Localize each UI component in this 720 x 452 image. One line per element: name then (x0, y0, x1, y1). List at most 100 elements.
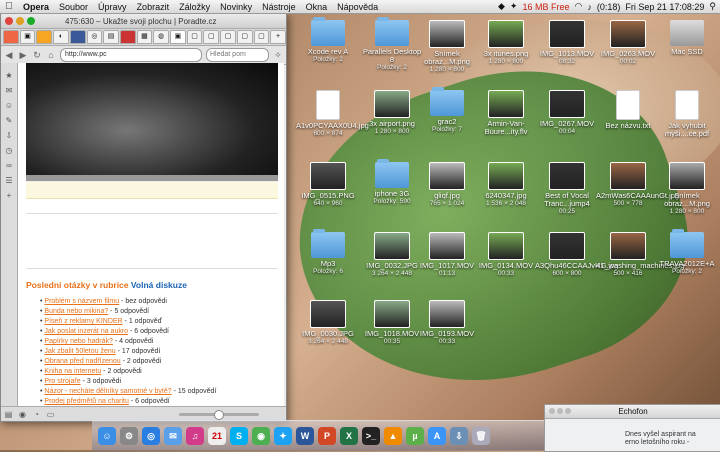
desktop-icon-image[interactable]: IMG_0267.MOV 00:04 (535, 90, 599, 136)
question-link[interactable]: Kniha na internetu (44, 368, 101, 375)
menu-napoveda[interactable]: Nápověda (332, 2, 383, 12)
minimize-window-button[interactable] (16, 17, 24, 25)
desktop-icon-folder[interactable]: Mp3 Položky: 6 (296, 229, 360, 276)
desktop-icon-image[interactable]: A3Qhu46CCAAJvHG.jpg 600 × 800 (535, 232, 618, 278)
tab[interactable] (119, 30, 136, 44)
question-link[interactable]: Prodej předmětů na charitu (44, 398, 128, 405)
menu-app-opera[interactable]: Opera (18, 2, 54, 12)
desktop-icon-folder[interactable]: grac2 Položky: 7 (415, 87, 479, 134)
dock-system-preferences-icon[interactable]: ⚙ (120, 427, 138, 445)
desktop-icon-image[interactable]: Best of Vocal Tranc...jump4 00:25 (535, 162, 599, 216)
dock-mail-icon[interactable]: ✉ (164, 427, 182, 445)
dock-downloads-icon[interactable]: ⇩ (450, 427, 468, 445)
contacts-icon[interactable]: ☺ (5, 101, 14, 110)
battery-status[interactable]: (0:18) (597, 2, 621, 12)
tab-speed-dial[interactable] (3, 30, 19, 44)
bookmarks-icon[interactable]: ★ (5, 71, 14, 80)
echofon-zoom-button[interactable] (565, 408, 571, 414)
zoom-slider-knob[interactable] (214, 409, 224, 420)
add-panel-icon[interactable]: + (5, 191, 14, 200)
tab[interactable] (36, 30, 53, 44)
wifi-icon[interactable]: ◠ (574, 1, 582, 12)
transfers-icon[interactable]: ⇩ (5, 131, 14, 140)
links-icon[interactable]: ∞ (5, 161, 14, 170)
mail-icon[interactable]: ✉ (5, 86, 14, 95)
desktop-icon-folder[interactable]: TRAVA2012E+A Položky: 2 (655, 229, 719, 276)
question-link[interactable]: Jak poslat inzerát na aukro (44, 328, 128, 335)
question-link[interactable]: Bunda nebo mikina? (44, 308, 108, 315)
address-field[interactable]: http://www.pc (60, 48, 202, 62)
tab[interactable]: ▣ (19, 30, 36, 44)
panels-icon[interactable]: ☰ (5, 176, 14, 185)
desktop-icon-image[interactable]: IMG_1017.MOV 01:13 (415, 232, 479, 278)
desktop-icon-image[interactable]: Snímek obraz...M.png 1 280 × 800 (415, 20, 479, 74)
tab[interactable]: ▦ (136, 30, 153, 44)
desktop-icon-image[interactable]: IMG_0263.MOV 00:02 (596, 20, 660, 66)
zoom-slider[interactable] (179, 409, 259, 420)
menu-novinky[interactable]: Novinky (215, 2, 257, 12)
desktop-icon-image[interactable]: IMG_0030.JPG 3 264 × 2 448 (296, 300, 360, 346)
tab[interactable]: ▢ (220, 30, 236, 44)
desktop-icon-image[interactable]: IMG_0134.MOV 00:33 (474, 232, 538, 278)
tab[interactable]: ▢ (236, 30, 253, 44)
tab[interactable]: ▢ (186, 30, 203, 44)
dropbox-icon[interactable]: ◆ (498, 1, 505, 12)
memory-status[interactable]: 16 MB Free (522, 2, 569, 12)
volume-icon[interactable]: ♪ (587, 2, 592, 12)
dock-twitter-icon[interactable]: ✦ (274, 427, 292, 445)
menu-soubor[interactable]: Soubor (54, 2, 93, 12)
question-link[interactable]: Problém s názvem filmu (44, 298, 119, 305)
tab[interactable]: ▤ (103, 30, 119, 44)
dock-calendar-icon[interactable]: 21 (208, 427, 226, 445)
desktop-icon-folder[interactable]: Xcode rev A Položky: 2 (296, 17, 360, 64)
menubar-clock[interactable]: Fri Sep 21 17:08:29 (625, 2, 704, 12)
menu-upravy[interactable]: Úpravy (93, 2, 132, 12)
tab[interactable]: ◐ (53, 30, 69, 44)
desktop-icon-image[interactable]: Armin-Van-Buure...ity.flv (474, 90, 538, 136)
question-link[interactable]: Píseň z reklamy KINDER (44, 318, 122, 325)
search-field[interactable]: Hledat pom (206, 48, 269, 62)
desktop-icon-image[interactable]: 6240347.jpg 1 536 × 2 048 (474, 162, 538, 208)
desktop-icon-image[interactable]: 3x itunes.png 1 280 × 800 (474, 20, 538, 66)
menu-zalozky[interactable]: Záložky (174, 2, 215, 12)
tab[interactable]: ▢ (203, 30, 220, 44)
tab[interactable]: ◎ (86, 30, 103, 44)
history-icon[interactable]: ◷ (5, 146, 14, 155)
desktop-icon-document[interactable]: Bez názvu.txt (596, 90, 660, 130)
echofon-close-button[interactable] (549, 408, 555, 414)
desktop-icon-image[interactable]: Snímek obraz...M.png 1 280 × 800 (655, 162, 719, 216)
question-link[interactable]: Jak zbalit 50letou ženu (44, 348, 115, 355)
window-titlebar[interactable]: 475:630 – Ukažte svoji plochu | Poradte.… (1, 14, 286, 29)
zoom-window-button[interactable] (27, 17, 35, 25)
question-link[interactable]: Obrana před nadřízenou (44, 358, 120, 365)
back-arrow-icon[interactable]: ◀ (4, 50, 14, 61)
desktop-icon-image[interactable]: 41_washing_machines.jpg 500 × 416 (596, 232, 684, 278)
turbo-icon[interactable]: ◔ (32, 410, 41, 419)
apple-menu-icon[interactable]:  (0, 1, 18, 12)
dock-skype-icon[interactable]: S (230, 427, 248, 445)
dock-utorrent-icon[interactable]: µ (406, 427, 424, 445)
notes-icon[interactable]: ✎ (5, 116, 14, 125)
new-tab-button[interactable]: + (270, 30, 286, 44)
menu-nastroje[interactable]: Nástroje (257, 2, 301, 12)
dock-itunes-icon[interactable]: ♫ (186, 427, 204, 445)
reload-icon[interactable]: ↻ (32, 50, 42, 61)
dock-trash-icon[interactable]: 🗑 (472, 427, 490, 445)
panel-toggle-icon[interactable]: ▤ (4, 410, 13, 419)
desktop-icon-image[interactable]: IMG_1013.MOV 08:32 (535, 20, 599, 66)
tab[interactable]: ◍ (153, 30, 170, 44)
desktop-icon-image[interactable]: gliqf.jpg 765 × 1 024 (415, 162, 479, 208)
view-icon[interactable]: ▭ (46, 410, 55, 419)
dock-chrome-icon[interactable]: ◉ (252, 427, 270, 445)
dock-vlc-icon[interactable]: ▲ (384, 427, 402, 445)
spotlight-search-icon[interactable]: ⚲ (709, 1, 716, 12)
tab[interactable] (69, 30, 86, 44)
tab[interactable]: ▢ (253, 30, 270, 44)
echofon-minimize-button[interactable] (557, 408, 563, 414)
desktop-icon-image[interactable]: A2mWas6CAAAunGt.jpg 500 × 778 (596, 162, 679, 208)
desktop-icon-document[interactable]: Jak vyhubit myši....ce.pdf (655, 90, 719, 138)
dock-excel-icon[interactable]: X (340, 427, 358, 445)
unite-icon[interactable]: ◉ (18, 410, 27, 419)
twitter-icon[interactable]: ✦ (510, 1, 518, 12)
bulb-icon[interactable]: ✧ (273, 50, 283, 61)
